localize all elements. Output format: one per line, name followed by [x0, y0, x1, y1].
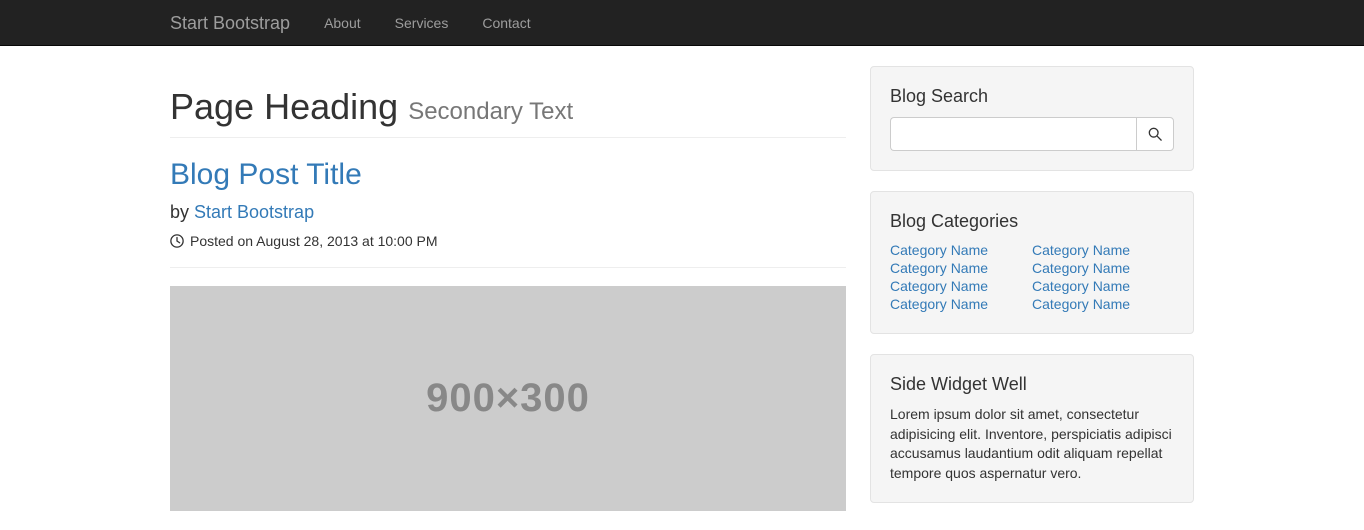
blog-search-well: Blog Search — [870, 66, 1194, 171]
categories-well: Blog Categories Category Name Category N… — [870, 191, 1194, 334]
category-link[interactable]: Category Name — [890, 242, 988, 258]
category-link[interactable]: Category Name — [890, 296, 988, 312]
categories-title: Blog Categories — [890, 211, 1174, 232]
categories-col2: Category Name Category Name Category Nam… — [1032, 242, 1174, 312]
by-prefix: by — [170, 202, 194, 222]
sidewidget-title: Side Widget Well — [890, 374, 1174, 395]
posted-text: Posted on August 28, 2013 at 10:00 PM — [190, 233, 438, 249]
search-icon — [1148, 127, 1162, 141]
search-input[interactable] — [890, 117, 1136, 151]
posted-line: Posted on August 28, 2013 at 10:00 PM — [170, 233, 846, 249]
post-author-link[interactable]: Start Bootstrap — [194, 202, 314, 222]
categories-col1: Category Name Category Name Category Nam… — [890, 242, 1032, 312]
post-title-link[interactable]: Blog Post Title — [170, 158, 362, 191]
category-link[interactable]: Category Name — [1032, 296, 1130, 312]
search-input-group — [890, 117, 1174, 151]
page-heading-main: Page Heading — [170, 86, 408, 127]
sidebar: Blog Search Blog Categories Category Nam… — [870, 66, 1194, 523]
brand-link[interactable]: Start Bootstrap — [170, 1, 305, 45]
category-link[interactable]: Category Name — [890, 278, 988, 294]
clock-icon — [170, 234, 184, 248]
category-link[interactable]: Category Name — [1032, 278, 1130, 294]
blog-search-title: Blog Search — [890, 86, 1174, 107]
nav-services[interactable]: Services — [380, 2, 464, 44]
divider — [170, 267, 846, 268]
page-heading: Page Heading Secondary Text — [170, 86, 846, 138]
sidewidget-well: Side Widget Well Lorem ipsum dolor sit a… — [870, 354, 1194, 503]
post-title: Blog Post Title — [170, 158, 846, 192]
nav-about[interactable]: About — [309, 2, 376, 44]
img-placeholder-label: 900×300 — [426, 376, 590, 421]
page-heading-secondary: Secondary Text — [408, 98, 573, 125]
category-link[interactable]: Category Name — [1032, 260, 1130, 276]
search-button[interactable] — [1136, 117, 1174, 151]
post-image-placeholder: 900×300 — [170, 286, 846, 511]
post-byline: by Start Bootstrap — [170, 202, 846, 223]
navbar: Start Bootstrap About Services Contact — [0, 0, 1364, 46]
nav-contact[interactable]: Contact — [467, 2, 545, 44]
main-column: Page Heading Secondary Text Blog Post Ti… — [170, 66, 846, 523]
category-link[interactable]: Category Name — [890, 260, 988, 276]
category-link[interactable]: Category Name — [1032, 242, 1130, 258]
sidewidget-text: Lorem ipsum dolor sit amet, consectetur … — [890, 405, 1174, 483]
